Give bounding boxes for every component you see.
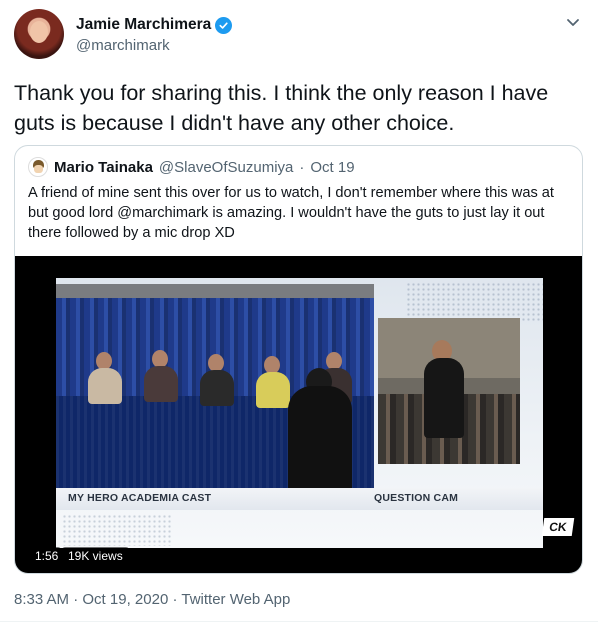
video-view-count: 19K views: [62, 547, 129, 565]
tweet-header: Jamie Marchimera @marchimark: [14, 9, 584, 59]
quoted-author-avatar: [28, 157, 48, 177]
meta-separator: ·: [168, 591, 182, 608]
tweet-time[interactable]: 8:33 AM: [14, 591, 69, 608]
quoted-tweet[interactable]: Mario Tainaka @SlaveOfSuzumiya · Oct 19 …: [14, 145, 583, 574]
tweet-source[interactable]: Twitter Web App: [181, 591, 290, 608]
question-cam-image: [378, 318, 520, 464]
lower-third-left-label: MY HERO ACADEMIA CAST: [68, 492, 212, 504]
meta-separator: ·: [69, 591, 83, 608]
quoted-tweet-date: Oct 19: [310, 158, 355, 176]
tweet-date[interactable]: Oct 19, 2020: [82, 591, 168, 608]
quoted-tweet-header: Mario Tainaka @SlaveOfSuzumiya · Oct 19: [28, 157, 355, 177]
chevron-down-icon[interactable]: [564, 13, 582, 31]
decorative-dot-pattern: [406, 282, 543, 322]
video-frame: MY HERO ACADEMIA CAST QUESTION CAM: [56, 278, 543, 548]
author-avatar[interactable]: [14, 9, 64, 59]
tweet-text: Thank you for sharing this. I think the …: [14, 81, 549, 135]
channel-logo: CK: [541, 518, 575, 536]
lower-third-right-label: QUESTION CAM: [374, 492, 459, 504]
video-duration: 1:56: [32, 547, 62, 565]
author-display-name[interactable]: Jamie Marchimera: [76, 16, 211, 34]
video-player[interactable]: MY HERO ACADEMIA CAST QUESTION CAM CK 1:…: [15, 256, 582, 573]
quoted-author-name: Mario Tainaka: [54, 158, 153, 176]
meta-separator: ·: [299, 158, 305, 176]
verified-badge-icon: [215, 16, 233, 34]
quoted-tweet-text: A friend of mine sent this over for us t…: [28, 185, 554, 241]
author-name-row[interactable]: Jamie Marchimera: [76, 16, 233, 34]
author-handle[interactable]: @marchimark: [76, 37, 170, 54]
decorative-dot-pattern: [62, 514, 172, 546]
quoted-author-handle: @SlaveOfSuzumiya: [158, 158, 294, 176]
panel-stage-image: [56, 284, 374, 494]
tweet-footer: 8:33 AM · Oct 19, 2020 · Twitter Web App: [14, 591, 290, 608]
